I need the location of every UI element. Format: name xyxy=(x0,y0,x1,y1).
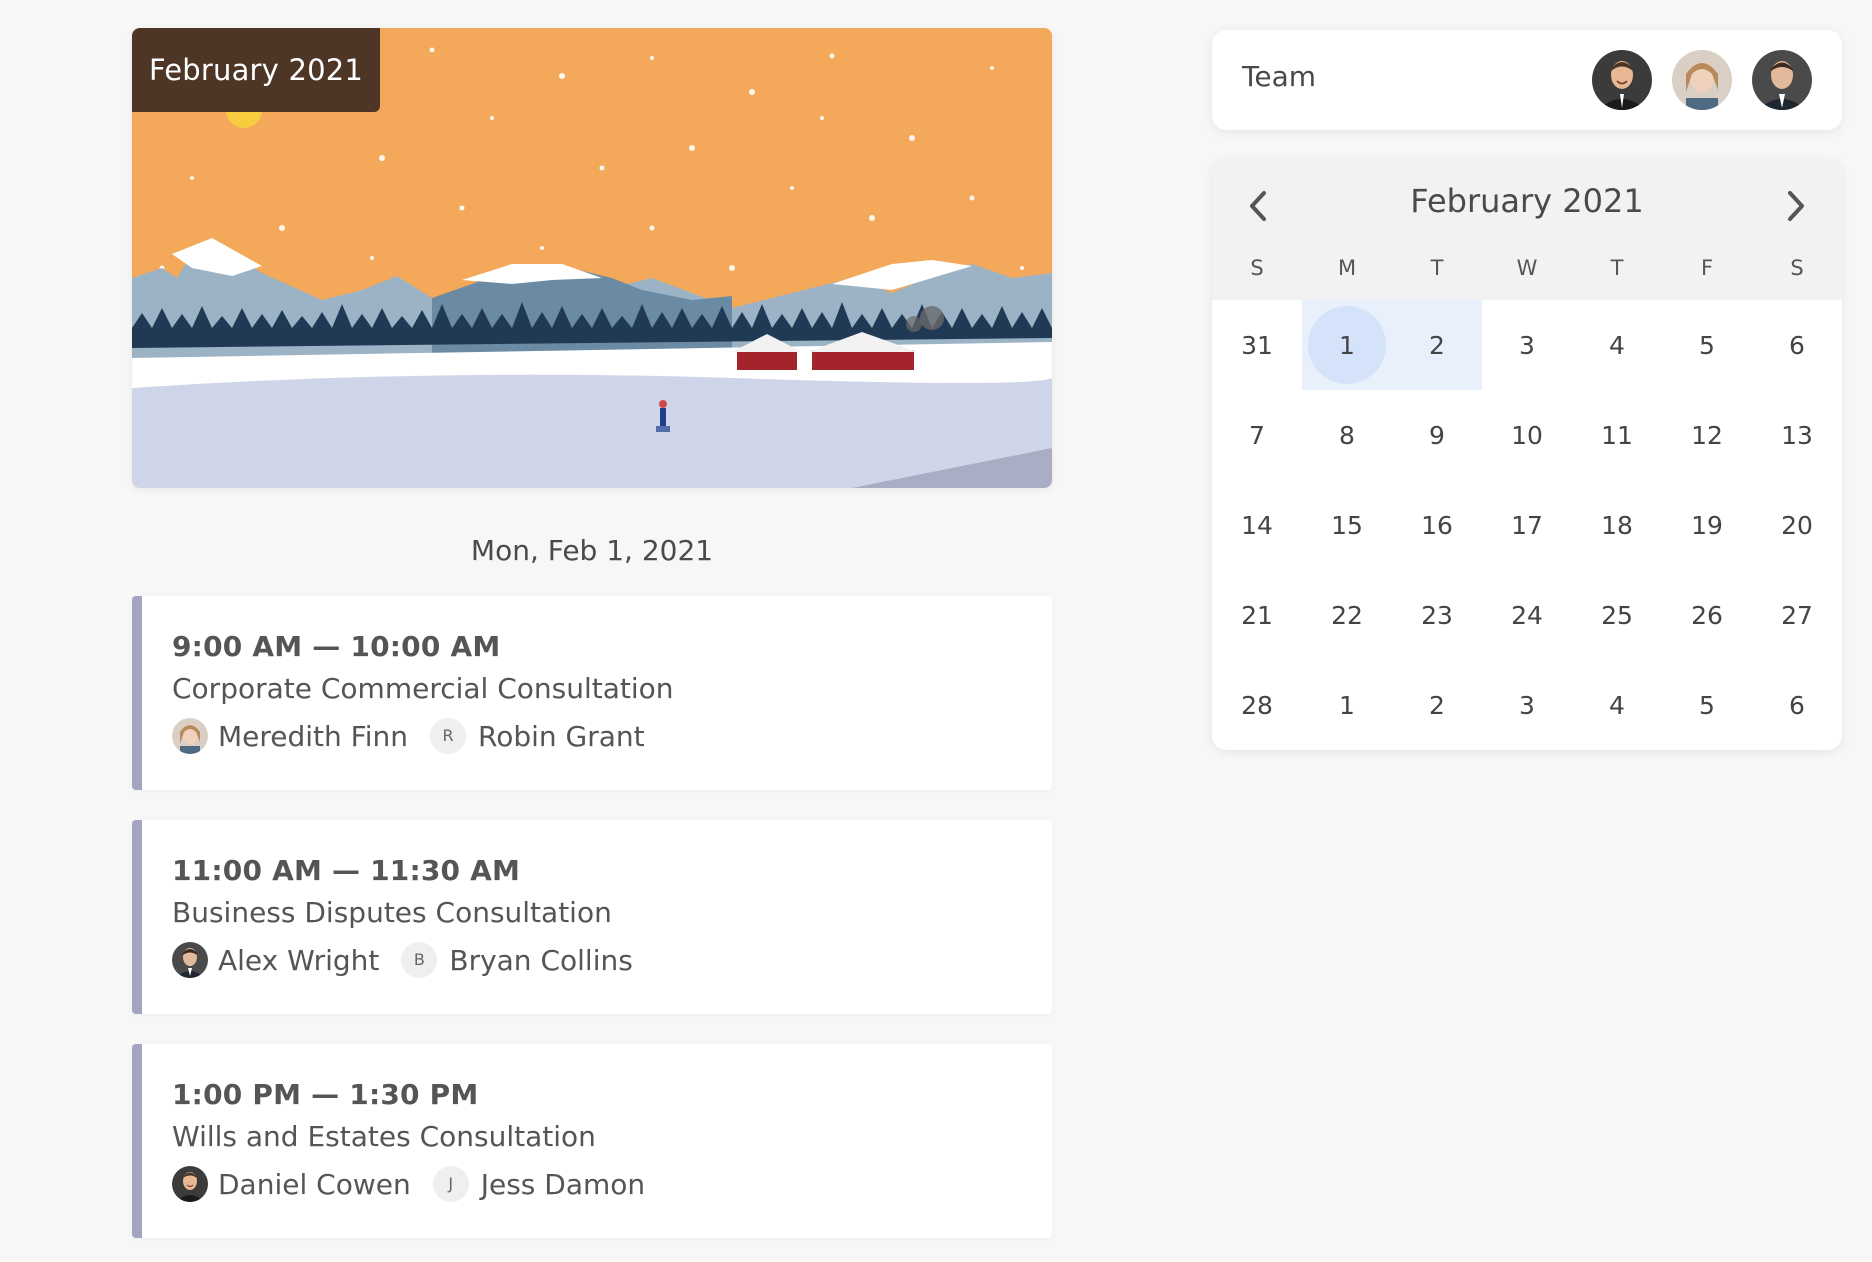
event-assignee[interactable]: B Bryan Collins xyxy=(401,942,633,978)
calendar-day[interactable]: 25 xyxy=(1572,570,1662,660)
calendar-day[interactable]: 1 xyxy=(1302,660,1392,750)
calendar-day[interactable]: 6 xyxy=(1752,300,1842,390)
calendar-day[interactable]: 12 xyxy=(1662,390,1752,480)
weekday-label: T xyxy=(1430,256,1444,280)
calendar-month-title: February 2021 xyxy=(1410,182,1644,220)
assignee-initial-avatar: B xyxy=(401,942,438,978)
event-people: Alex Wright B Bryan Collins xyxy=(172,940,655,980)
event-card[interactable]: 1:00 PM — 1:30 PM Wills and Estates Cons… xyxy=(132,1044,1052,1238)
calendar-week-row: 21 22 23 24 25 26 27 xyxy=(1212,570,1842,660)
weekday-label: S xyxy=(1250,256,1264,280)
weekday-label: W xyxy=(1516,256,1538,280)
team-label: Team xyxy=(1242,60,1317,93)
attendee-name: Alex Wright xyxy=(218,943,380,977)
calendar-week-row: 31 1 2 3 4 5 6 xyxy=(1212,300,1842,390)
calendar-day[interactable]: 3 xyxy=(1482,300,1572,390)
photo-avatar-man-smiling[interactable] xyxy=(1592,50,1652,110)
calendar-day[interactable]: 11 xyxy=(1572,390,1662,480)
calendar-header: February 2021 S M T W T F S xyxy=(1212,160,1842,300)
calendar-day[interactable]: 5 xyxy=(1662,660,1752,750)
calendar-day[interactable]: 31 xyxy=(1212,300,1302,390)
calendar-week-row: 7 8 9 10 11 12 13 xyxy=(1212,390,1842,480)
event-people: Daniel Cowen J Jess Damon xyxy=(172,1164,667,1204)
calendar-day-highlighted[interactable]: 2 xyxy=(1392,300,1482,390)
calendar-day[interactable]: 19 xyxy=(1662,480,1752,570)
calendar-day-selected[interactable]: 1 xyxy=(1302,300,1392,390)
calendar-day[interactable]: 7 xyxy=(1212,390,1302,480)
event-assignee[interactable]: J Jess Damon xyxy=(432,1166,646,1202)
assignee-name: Robin Grant xyxy=(478,719,645,753)
banner-month-label: February 2021 xyxy=(132,28,380,112)
calendar-day[interactable]: 8 xyxy=(1302,390,1392,480)
calendar-week-row: 28 1 2 3 4 5 6 xyxy=(1212,660,1842,750)
calendar-day[interactable]: 23 xyxy=(1392,570,1482,660)
calendar-day[interactable]: 6 xyxy=(1752,660,1842,750)
event-title: Corporate Commercial Consultation xyxy=(172,672,674,705)
event-color-bar xyxy=(132,820,142,1014)
event-time: 9:00 AM — 10:00 AM xyxy=(172,630,501,663)
calendar-day[interactable]: 14 xyxy=(1212,480,1302,570)
event-attendee[interactable]: Meredith Finn xyxy=(172,718,408,754)
calendar-day[interactable]: 21 xyxy=(1212,570,1302,660)
calendar-day[interactable]: 26 xyxy=(1662,570,1752,660)
event-attendee[interactable]: Daniel Cowen xyxy=(172,1166,411,1202)
chevron-right-icon[interactable] xyxy=(1772,182,1820,230)
calendar-day[interactable]: 13 xyxy=(1752,390,1842,480)
calendar-day[interactable]: 17 xyxy=(1482,480,1572,570)
selected-date-heading: Mon, Feb 1, 2021 xyxy=(470,534,714,567)
calendar-day[interactable]: 15 xyxy=(1302,480,1392,570)
photo-avatar-man-suit[interactable] xyxy=(1752,50,1812,110)
weekday-header-row: S M T W T F S xyxy=(1212,256,1842,296)
team-card: Team xyxy=(1212,30,1842,130)
calendar-day-grid: 31 1 2 3 4 5 6 7 8 9 10 11 12 13 14 15 1… xyxy=(1212,300,1842,750)
calendar-day[interactable]: 10 xyxy=(1482,390,1572,480)
calendar-day[interactable]: 27 xyxy=(1752,570,1842,660)
photo-avatar-man-smiling xyxy=(172,1166,208,1202)
calendar-day[interactable]: 4 xyxy=(1572,660,1662,750)
calendar-day[interactable]: 9 xyxy=(1392,390,1482,480)
month-banner: February 2021 xyxy=(132,28,1052,488)
event-attendee[interactable]: Alex Wright xyxy=(172,942,379,978)
attendee-name: Meredith Finn xyxy=(218,719,409,753)
photo-avatar-woman xyxy=(172,718,208,754)
calendar-day[interactable]: 22 xyxy=(1302,570,1392,660)
photo-avatar-man-suit xyxy=(172,942,208,978)
page: February 2021 Mon, Feb 1, 2021 9:00 AM —… xyxy=(0,0,1872,1262)
weekday-label: T xyxy=(1610,256,1624,280)
event-time: 1:00 PM — 1:30 PM xyxy=(172,1078,479,1111)
event-color-bar xyxy=(132,1044,142,1238)
weekday-label: M xyxy=(1337,256,1357,280)
attendee-name: Daniel Cowen xyxy=(218,1167,411,1201)
calendar-week-row: 14 15 16 17 18 19 20 xyxy=(1212,480,1842,570)
calendar-day[interactable]: 5 xyxy=(1662,300,1752,390)
photo-avatar-woman[interactable] xyxy=(1672,50,1732,110)
event-color-bar xyxy=(132,596,142,790)
team-avatars xyxy=(1572,50,1812,110)
calendar-day[interactable]: 3 xyxy=(1482,660,1572,750)
calendar-day[interactable]: 4 xyxy=(1572,300,1662,390)
calendar-day[interactable]: 2 xyxy=(1392,660,1482,750)
event-title: Wills and Estates Consultation xyxy=(172,1120,596,1153)
event-card[interactable]: 11:00 AM — 11:30 AM Business Disputes Co… xyxy=(132,820,1052,1014)
event-assignee[interactable]: R Robin Grant xyxy=(430,718,645,754)
event-title: Business Disputes Consultation xyxy=(172,896,612,929)
event-people: Meredith Finn R Robin Grant xyxy=(172,716,667,756)
event-time: 11:00 AM — 11:30 AM xyxy=(172,854,521,887)
weekday-label: F xyxy=(1700,256,1714,280)
weekday-label: S xyxy=(1790,256,1804,280)
assignee-name: Bryan Collins xyxy=(449,943,633,977)
event-card[interactable]: 9:00 AM — 10:00 AM Corporate Commercial … xyxy=(132,596,1052,790)
calendar-day[interactable]: 18 xyxy=(1572,480,1662,570)
assignee-name: Jess Damon xyxy=(480,1167,646,1201)
calendar-day[interactable]: 28 xyxy=(1212,660,1302,750)
calendar-day[interactable]: 24 xyxy=(1482,570,1572,660)
calendar-day[interactable]: 20 xyxy=(1752,480,1842,570)
calendar-day[interactable]: 16 xyxy=(1392,480,1482,570)
assignee-initial-avatar: J xyxy=(432,1166,469,1202)
assignee-initial-avatar: R xyxy=(430,718,467,754)
month-calendar: February 2021 S M T W T F S 31 1 2 3 4 5 xyxy=(1212,160,1842,750)
